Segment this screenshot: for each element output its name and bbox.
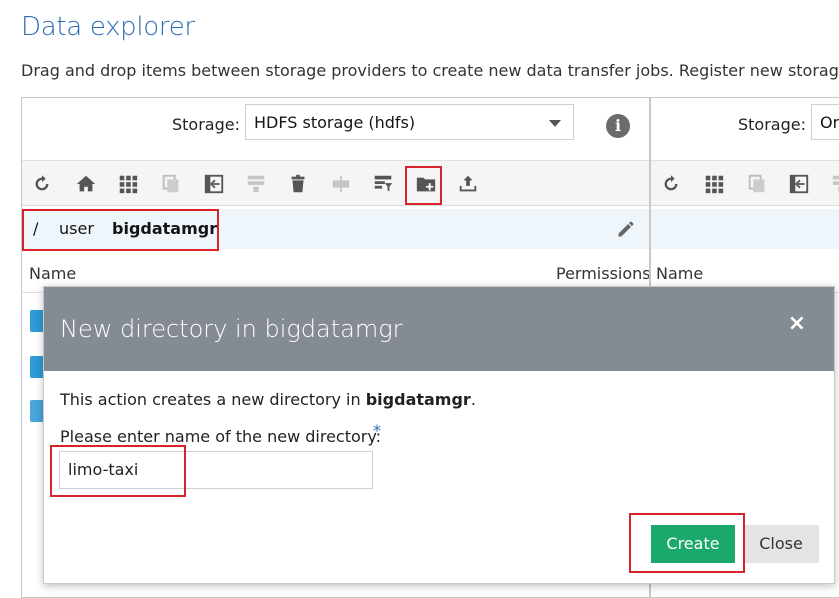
pencil-icon[interactable] <box>616 219 636 243</box>
split-icon[interactable] <box>330 173 352 195</box>
copy-icon[interactable] <box>746 173 768 195</box>
dialog-description: This action creates a new directory in b… <box>60 390 476 409</box>
grid-view-icon[interactable] <box>117 173 139 195</box>
file-icon[interactable] <box>30 400 44 422</box>
required-marker: * <box>373 421 381 440</box>
breadcrumb-root[interactable]: / <box>33 219 38 238</box>
create-button[interactable]: Create <box>651 525 735 563</box>
column-name[interactable]: Name <box>29 264 76 283</box>
filter-icon[interactable] <box>372 173 394 195</box>
folder-icon[interactable] <box>30 356 44 378</box>
breadcrumb-user[interactable]: user <box>59 219 94 238</box>
storage-row: Storage: HDFS storage (hdfs) i <box>22 98 649 161</box>
grid-view-icon[interactable] <box>703 173 725 195</box>
chevron-down-icon <box>549 120 561 127</box>
dialog-title: New directory in bigdatamgr <box>60 315 403 343</box>
dialog-text-directory: bigdatamgr <box>365 390 471 409</box>
storage-select[interactable]: HDFS storage (hdfs) <box>245 104 574 140</box>
toolbar <box>22 161 649 206</box>
storage-label: Storage: <box>172 115 240 134</box>
info-icon[interactable]: i <box>606 114 630 138</box>
storage-select[interactable]: Ora <box>811 104 839 140</box>
folder-icon[interactable] <box>30 310 44 332</box>
column-permissions[interactable]: Permissions <box>556 264 649 283</box>
new-directory-dialog: New directory in bigdatamgr × This actio… <box>43 286 835 584</box>
breadcrumb <box>651 209 839 249</box>
close-icon[interactable]: × <box>788 311 806 336</box>
upload-icon[interactable] <box>457 173 479 195</box>
toolbar <box>651 161 839 206</box>
dialog-text-suffix: . <box>470 390 476 409</box>
breadcrumb-current: bigdatamgr <box>112 219 218 238</box>
merge-icon[interactable] <box>245 173 267 195</box>
page-title: Data explorer <box>21 12 195 42</box>
storage-select-value: Ora <box>820 113 839 132</box>
storage-label: Storage: <box>738 115 806 134</box>
move-icon[interactable] <box>203 173 225 195</box>
close-button[interactable]: Close <box>743 525 819 563</box>
refresh-icon[interactable] <box>31 173 53 195</box>
breadcrumb: / user bigdatamgr <box>22 209 649 249</box>
copy-icon[interactable] <box>160 173 182 195</box>
column-name[interactable]: Name <box>656 264 703 283</box>
directory-name-label: Please enter name of the new directory: <box>60 427 382 446</box>
move-icon[interactable] <box>788 173 810 195</box>
directory-name-input[interactable]: limo-taxi <box>59 451 373 489</box>
dialog-text-prefix: This action creates a new directory in <box>60 390 366 409</box>
home-icon[interactable] <box>75 173 97 195</box>
storage-row: Storage: Ora <box>651 98 839 161</box>
refresh-icon[interactable] <box>660 173 682 195</box>
new-folder-icon[interactable] <box>415 173 437 195</box>
page-subtitle: Drag and drop items between storage prov… <box>21 61 839 80</box>
merge-icon[interactable] <box>830 173 839 195</box>
dialog-header: New directory in bigdatamgr × <box>44 287 834 371</box>
delete-icon[interactable] <box>287 173 309 195</box>
storage-select-value: HDFS storage (hdfs) <box>254 113 416 132</box>
